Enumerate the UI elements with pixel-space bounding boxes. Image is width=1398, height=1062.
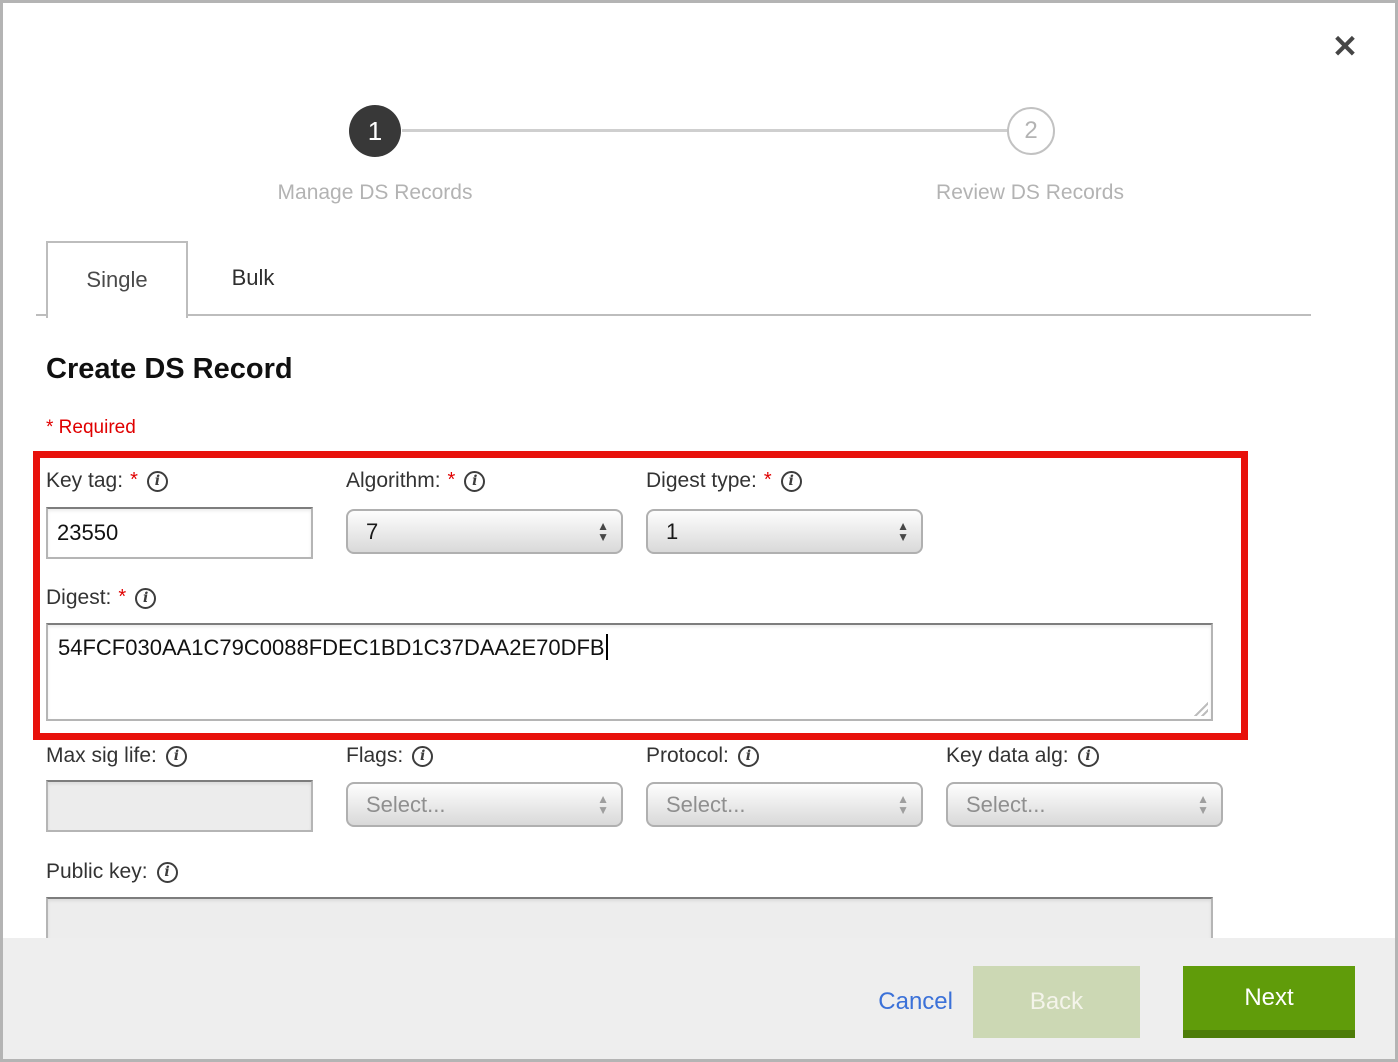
flags-label-text: Flags: — [346, 744, 403, 768]
info-icon[interactable]: i — [166, 746, 187, 767]
resize-handle-icon[interactable] — [1191, 699, 1208, 716]
algorithm-label: Algorithm: * i — [346, 469, 485, 493]
max-sig-life-input[interactable] — [46, 780, 313, 832]
algorithm-label-text: Algorithm: — [346, 469, 441, 493]
tab-bar: Single Bulk — [36, 241, 1311, 316]
select-arrows-icon: ▲ ▼ — [1197, 794, 1209, 816]
step-1-circle: 1 — [349, 105, 401, 157]
key-data-alg-label-text: Key data alg: — [946, 744, 1069, 768]
text-cursor — [606, 634, 608, 660]
page-title: Create DS Record — [46, 353, 293, 386]
public-key-label-text: Public key: — [46, 860, 148, 884]
select-arrows-icon: ▲ ▼ — [897, 794, 909, 816]
key-data-alg-select[interactable]: Select... ▲ ▼ — [946, 782, 1223, 827]
required-marker: * — [764, 469, 772, 492]
info-icon[interactable]: i — [1078, 746, 1099, 767]
arrow-down-icon: ▼ — [1197, 805, 1209, 816]
required-marker: * — [118, 586, 126, 609]
arrow-down-icon: ▼ — [897, 805, 909, 816]
digest-type-select-value: 1 — [666, 519, 678, 545]
step-connector-line — [402, 129, 1008, 132]
algorithm-select-value: 7 — [366, 519, 378, 545]
flags-select[interactable]: Select... ▲ ▼ — [346, 782, 623, 827]
required-marker: * — [448, 469, 456, 492]
key-tag-input[interactable] — [46, 507, 313, 559]
max-sig-life-label-text: Max sig life: — [46, 744, 157, 768]
algorithm-select[interactable]: 7 ▲ ▼ — [346, 509, 623, 554]
public-key-label: Public key: i — [46, 860, 178, 884]
info-icon[interactable]: i — [147, 471, 168, 492]
dialog-footer: Cancel Back Next — [3, 938, 1395, 1059]
info-icon[interactable]: i — [412, 746, 433, 767]
step-1-label: Manage DS Records — [243, 181, 507, 205]
arrow-down-icon: ▼ — [897, 532, 909, 543]
back-button[interactable]: Back — [973, 966, 1140, 1038]
digest-type-label-text: Digest type: — [646, 469, 757, 493]
protocol-label-text: Protocol: — [646, 744, 729, 768]
select-arrows-icon: ▲ ▼ — [597, 521, 609, 543]
flags-label: Flags: i — [346, 744, 433, 768]
info-icon[interactable]: i — [738, 746, 759, 767]
info-icon[interactable]: i — [464, 471, 485, 492]
info-icon[interactable]: i — [135, 588, 156, 609]
cancel-link[interactable]: Cancel — [878, 988, 953, 1016]
close-icon[interactable]: ✕ — [1325, 27, 1365, 67]
digest-textarea[interactable]: 54FCF030AA1C79C0088FDEC1BD1C37DAA2E70DFB — [46, 623, 1213, 721]
info-icon[interactable]: i — [157, 862, 178, 883]
arrow-down-icon: ▼ — [597, 532, 609, 543]
step-2-circle: 2 — [1007, 107, 1055, 155]
max-sig-life-label: Max sig life: i — [46, 744, 187, 768]
digest-label-text: Digest: — [46, 586, 111, 610]
select-arrows-icon: ▲ ▼ — [897, 521, 909, 543]
create-ds-record-dialog: ✕ 1 2 Manage DS Records Review DS Record… — [0, 0, 1398, 1062]
protocol-label: Protocol: i — [646, 744, 759, 768]
select-arrows-icon: ▲ ▼ — [597, 794, 609, 816]
digest-label: Digest: * i — [46, 586, 156, 610]
protocol-select-value: Select... — [666, 792, 745, 818]
info-icon[interactable]: i — [781, 471, 802, 492]
arrow-down-icon: ▼ — [597, 805, 609, 816]
key-tag-label: Key tag: * i — [46, 469, 168, 493]
required-marker: * — [130, 469, 138, 492]
key-tag-label-text: Key tag: — [46, 469, 123, 493]
flags-select-value: Select... — [366, 792, 445, 818]
digest-type-select[interactable]: 1 ▲ ▼ — [646, 509, 923, 554]
digest-type-label: Digest type: * i — [646, 469, 802, 493]
step-2-label: Review DS Records — [898, 181, 1162, 205]
tab-single[interactable]: Single — [46, 241, 188, 318]
tab-bulk[interactable]: Bulk — [188, 241, 318, 316]
public-key-textarea[interactable] — [46, 897, 1213, 943]
key-data-alg-label: Key data alg: i — [946, 744, 1099, 768]
digest-value: 54FCF030AA1C79C0088FDEC1BD1C37DAA2E70DFB — [58, 635, 605, 660]
required-note: * Required — [46, 417, 136, 439]
protocol-select[interactable]: Select... ▲ ▼ — [646, 782, 923, 827]
next-button[interactable]: Next — [1183, 966, 1355, 1038]
key-data-alg-select-value: Select... — [966, 792, 1045, 818]
